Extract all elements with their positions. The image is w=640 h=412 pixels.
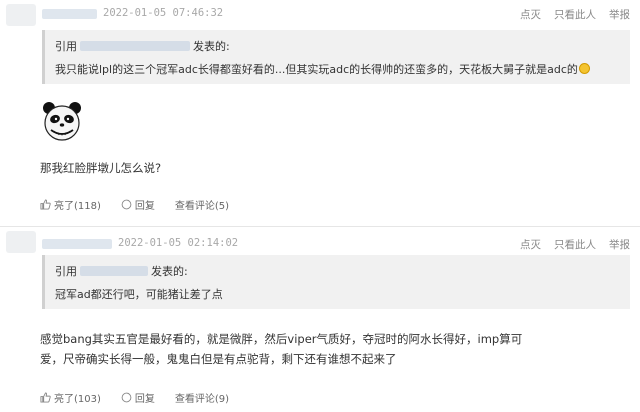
avatar[interactable] (6, 4, 36, 26)
thumb-up-icon (40, 199, 51, 210)
post-actions: 点灭 只看此人 举报 (507, 7, 630, 22)
view-comments-button[interactable]: 查看评论(5) (175, 197, 229, 212)
panda-face-sticker (43, 102, 81, 141)
reply-post: 2022-01-05 02:14:02 点灭 只看此人 举报 引用 发表的: 冠军a… (0, 226, 640, 412)
view-comments-label: 查看评论(9) (174, 394, 230, 405)
only-this-user-button[interactable]: 只看此人 (554, 239, 596, 251)
dislike-button[interactable]: 点灭 (520, 239, 541, 251)
quote-text: 冠军ad都还行吧，可能猪让差了点 (55, 288, 223, 301)
username-redacted[interactable] (42, 9, 97, 19)
post-footer: 亮了(103) 回复 查看评论(9) (40, 390, 249, 405)
quote-block: 引用 发表的: 我只能说lpl的这三个冠军adc长得都蛮好看的...但其实玩ad… (42, 30, 630, 84)
post-timestamp: 2022-01-05 02:14:02 (118, 237, 239, 249)
like-button[interactable]: 亮了(103) (40, 390, 101, 405)
reply-label: 回复 (134, 201, 155, 212)
quote-prefix: 引用 (55, 40, 77, 53)
dislike-button[interactable]: 点灭 (520, 9, 541, 21)
quote-text: 我只能说lpl的这三个冠军adc长得都蛮好看的...但其实玩adc的长得帅的还蛮… (55, 61, 620, 77)
only-this-user-button[interactable]: 只看此人 (554, 9, 596, 21)
reply-label: 回复 (134, 394, 155, 405)
reply-post: 2022-01-05 07:46:32 点灭 只看此人 举报 引用 发表的: 我只能… (0, 0, 640, 226)
quote-prefix: 引用 (55, 265, 77, 278)
avatar[interactable] (6, 231, 36, 253)
reply-bubble-icon (121, 392, 132, 403)
quote-header: 引用 发表的: (55, 38, 620, 54)
reply-button[interactable]: 回复 (121, 197, 155, 212)
reply-bubble-icon (121, 199, 132, 210)
post-footer: 亮了(118) 回复 查看评论(5) (40, 197, 249, 212)
thumb-up-icon (40, 392, 51, 403)
like-button[interactable]: 亮了(118) (40, 197, 101, 212)
reply-button[interactable]: 回复 (121, 390, 155, 405)
view-comments-button[interactable]: 查看评论(9) (175, 390, 229, 405)
report-button[interactable]: 举报 (609, 239, 630, 251)
like-count: 亮了(118) (54, 201, 101, 212)
post-body: 感觉bang其实五官是最好看的，就是微胖，然后viper气质好，夺冠时的阿水长得… (40, 332, 523, 366)
quote-suffix: 发表的: (151, 265, 188, 278)
view-comments-label: 查看评论(5) (174, 201, 230, 212)
username-redacted[interactable] (42, 239, 112, 249)
report-button[interactable]: 举报 (609, 9, 630, 21)
post-body: 那我红脸胖墩儿怎么说? (40, 161, 162, 175)
quote-block: 引用 发表的: 冠军ad都还行吧，可能猪让差了点 (42, 255, 630, 309)
laughing-emoji-icon (578, 63, 590, 74)
like-count: 亮了(103) (54, 394, 101, 405)
post-timestamp: 2022-01-05 07:46:32 (103, 7, 224, 19)
quoted-username-redacted[interactable] (80, 41, 190, 51)
post-actions: 点灭 只看此人 举报 (507, 237, 630, 252)
quote-header: 引用 发表的: (55, 263, 620, 279)
quote-text-content: 我只能说lpl的这三个冠军adc长得都蛮好看的...但其实玩adc的长得帅的还蛮… (55, 63, 578, 76)
quote-suffix: 发表的: (193, 40, 230, 53)
quoted-username-redacted[interactable] (80, 266, 148, 276)
